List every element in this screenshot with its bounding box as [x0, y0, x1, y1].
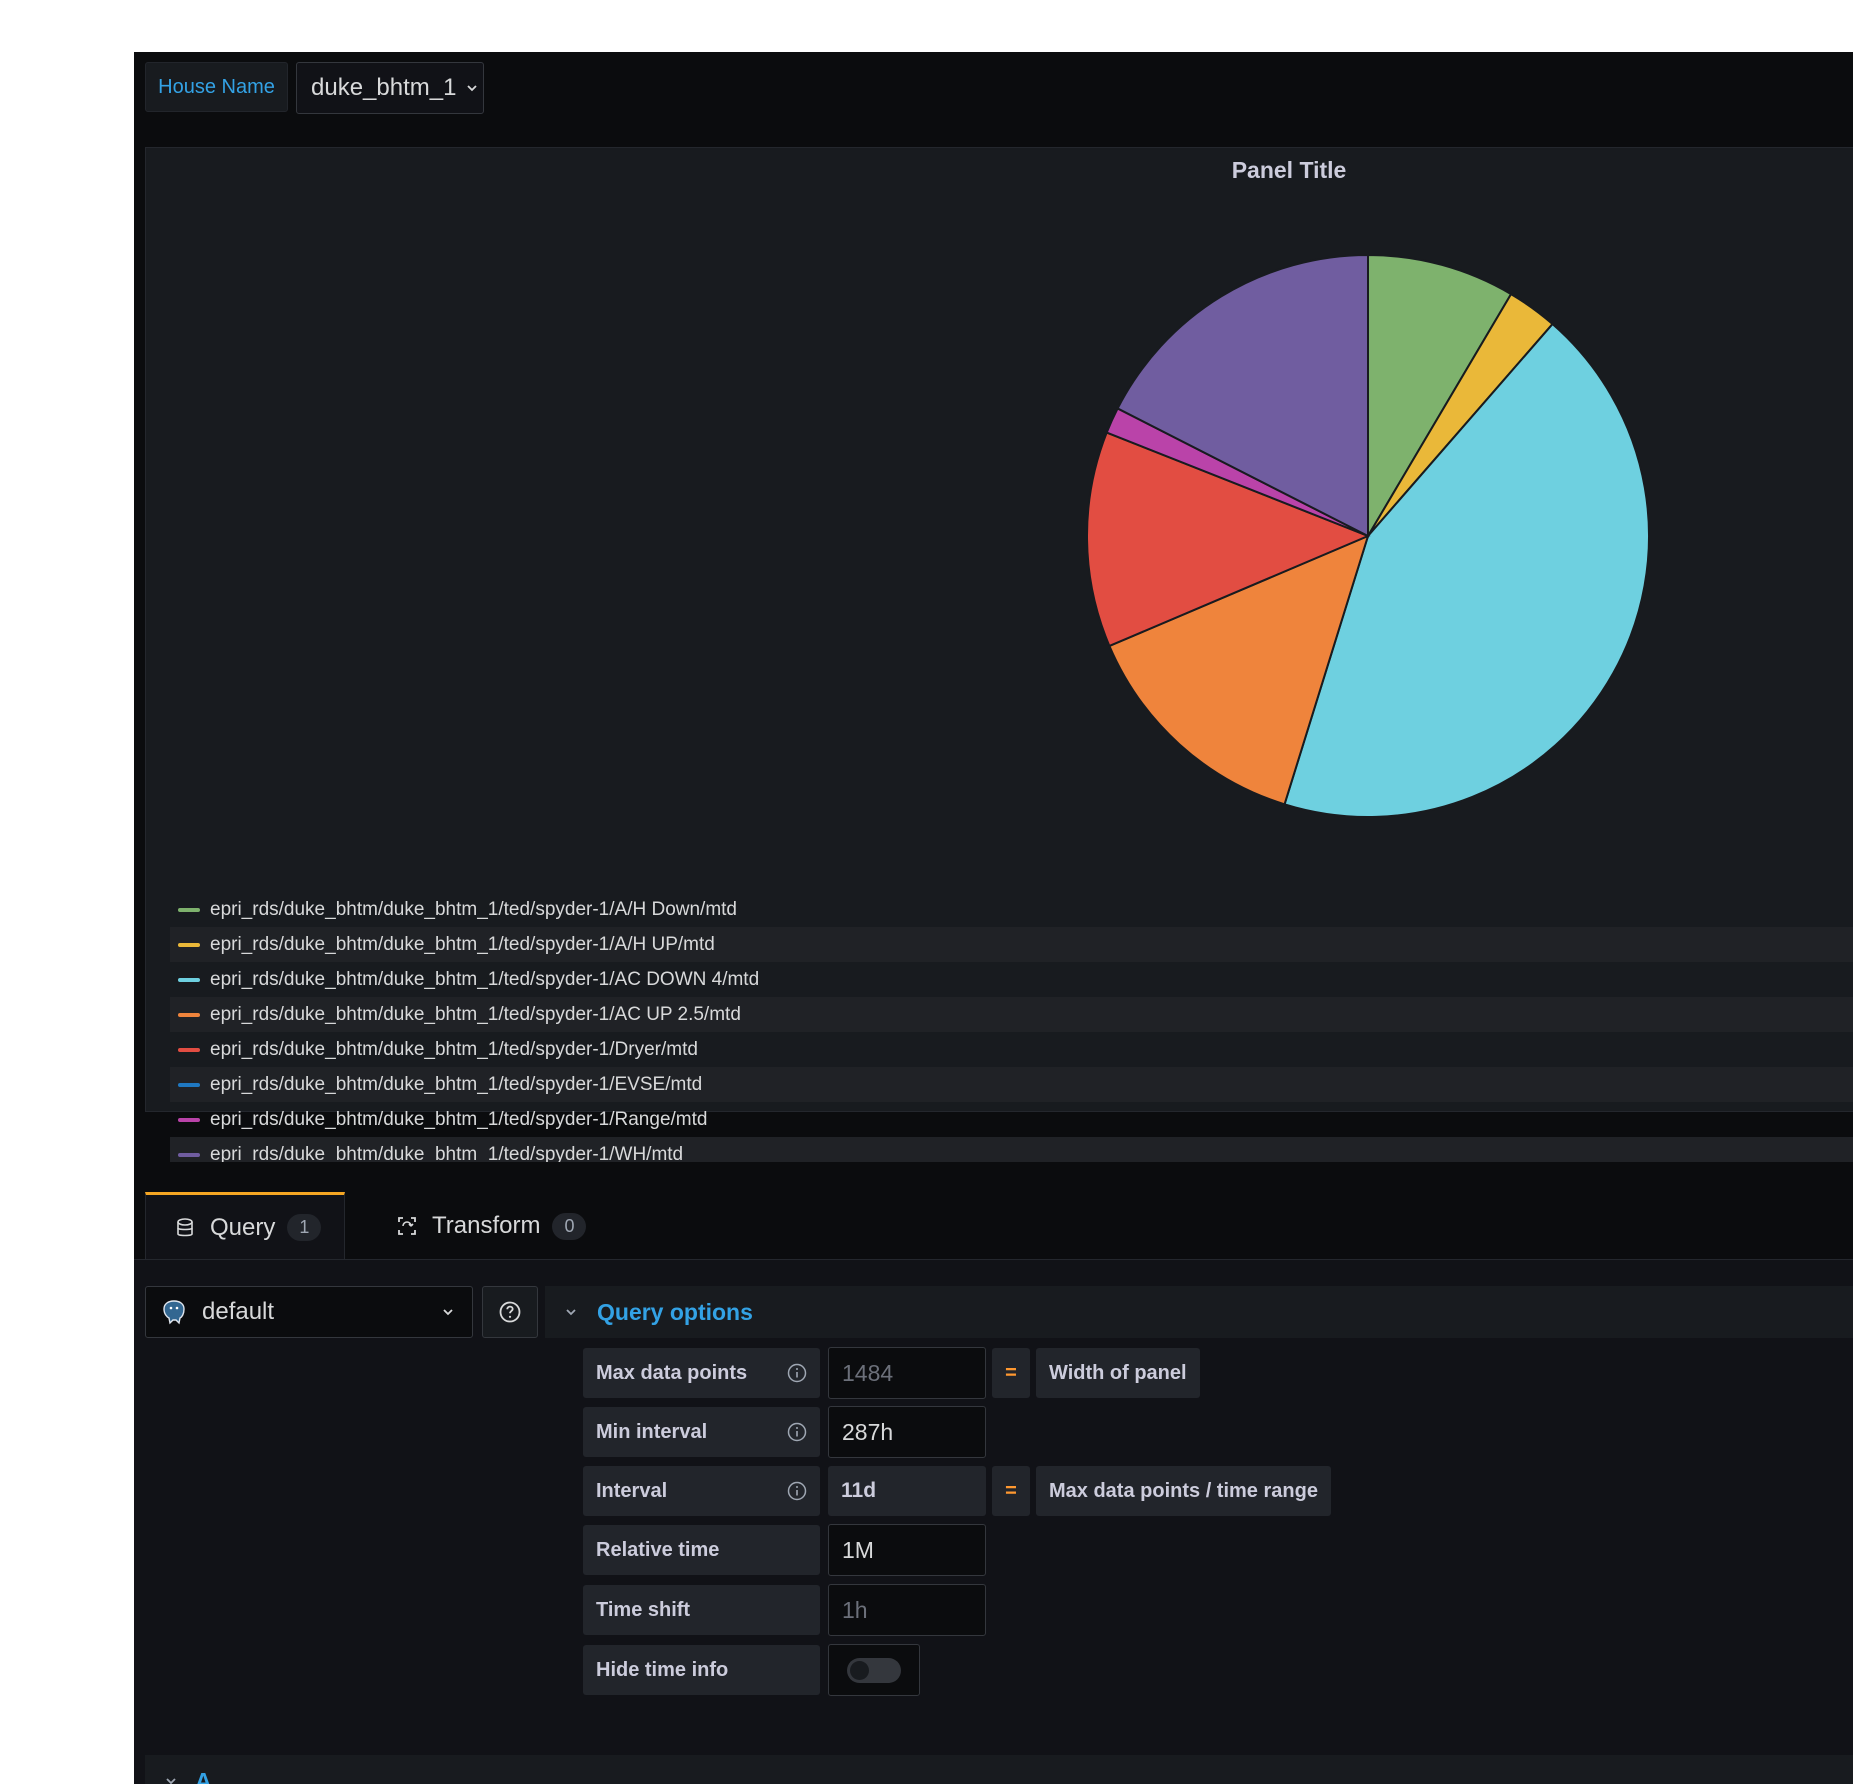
query-editor-area: [134, 1260, 1853, 1784]
interval-label: Interval: [583, 1466, 820, 1516]
house-name-value: duke_bhtm_1: [311, 74, 457, 101]
chevron-down-icon: [443, 1309, 453, 1316]
max-data-points-label-text: Max data points: [596, 1361, 748, 1384]
legend-label: epri_rds/duke_bhtm/duke_bhtm_1/ted/spyde…: [210, 1073, 703, 1095]
tab-transform[interactable]: Transform 0: [396, 1192, 616, 1260]
legend-item[interactable]: epri_rds/duke_bhtm/duke_bhtm_1/ted/spyde…: [170, 892, 1853, 927]
max-data-points-note: Width of panel: [1036, 1348, 1200, 1398]
legend-label: epri_rds/duke_bhtm/duke_bhtm_1/ted/spyde…: [210, 968, 760, 990]
min-interval-label-text: Min interval: [596, 1420, 708, 1443]
legend-swatch: [178, 1082, 200, 1087]
interval-label-text: Interval: [596, 1479, 668, 1502]
hide-time-info-toggle[interactable]: [847, 1658, 901, 1683]
datasource-picker[interactable]: default: [145, 1286, 473, 1338]
legend-label: epri_rds/duke_bhtm/duke_bhtm_1/ted/spyde…: [210, 933, 715, 955]
legend-swatch: [178, 1012, 200, 1017]
min-interval-label: Min interval: [583, 1407, 820, 1457]
postgres-icon: [163, 1300, 185, 1325]
toggle-knob: [850, 1661, 869, 1680]
hide-time-info-label: Hide time info: [583, 1645, 820, 1695]
chevron-down-icon: [467, 85, 478, 92]
legend-label: epri_rds/duke_bhtm/duke_bhtm_1/ted/spyde…: [210, 1038, 698, 1060]
info-icon[interactable]: [786, 1362, 808, 1384]
time-shift-input[interactable]: 1h: [828, 1584, 986, 1636]
house-name-variable-label: House Name: [145, 62, 288, 112]
legend-item[interactable]: epri_rds/duke_bhtm/duke_bhtm_1/ted/spyde…: [170, 1137, 1853, 1162]
legend-swatch: [178, 942, 200, 947]
legend-item[interactable]: epri_rds/duke_bhtm/duke_bhtm_1/ted/spyde…: [170, 962, 1853, 997]
interval-value: 11d: [828, 1466, 986, 1516]
legend-item[interactable]: epri_rds/duke_bhtm/duke_bhtm_1/ted/spyde…: [170, 1067, 1853, 1102]
time-shift-label: Time shift: [583, 1585, 820, 1635]
query-row-header[interactable]: A: [145, 1755, 1853, 1784]
legend-label: epri_rds/duke_bhtm/duke_bhtm_1/ted/spyde…: [210, 898, 737, 920]
hide-time-info-switch-box: [828, 1644, 920, 1696]
query-count-badge: 1: [287, 1214, 322, 1241]
pie-legend: epri_rds/duke_bhtm/duke_bhtm_1/ted/spyde…: [170, 892, 1853, 1162]
legend-item[interactable]: epri_rds/duke_bhtm/duke_bhtm_1/ted/spyde…: [170, 1032, 1853, 1067]
info-icon[interactable]: [786, 1480, 808, 1502]
max-data-points-equals: =: [992, 1348, 1030, 1398]
legend-swatch: [178, 907, 200, 912]
query-options-toggle[interactable]: Query options: [545, 1286, 1853, 1338]
legend-label: epri_rds/duke_bhtm/duke_bhtm_1/ted/spyde…: [210, 1143, 684, 1163]
query-options-title: Query options: [597, 1298, 753, 1325]
panel-title[interactable]: Panel Title: [1232, 157, 1347, 184]
relative-time-input[interactable]: 1M: [828, 1524, 986, 1576]
legend-swatch: [178, 1152, 200, 1157]
tab-query-label: Query: [210, 1213, 276, 1241]
tab-query[interactable]: Query 1: [145, 1192, 345, 1260]
tab-transform-label: Transform: [432, 1212, 541, 1239]
relative-time-label: Relative time: [583, 1525, 820, 1575]
query-row-name: A: [195, 1767, 212, 1784]
database-icon: [177, 1217, 193, 1236]
legend-item[interactable]: epri_rds/duke_bhtm/duke_bhtm_1/ted/spyde…: [170, 927, 1853, 962]
legend-swatch: [178, 977, 200, 982]
transform-count-badge: 0: [552, 1212, 587, 1240]
transform-icon: [398, 1217, 416, 1235]
max-data-points-input[interactable]: 1484: [828, 1347, 986, 1399]
max-data-points-label: Max data points: [583, 1348, 820, 1398]
chevron-down-icon: [566, 1309, 576, 1316]
legend-label: epri_rds/duke_bhtm/duke_bhtm_1/ted/spyde…: [210, 1108, 708, 1130]
editor-tabs-bar: [134, 1180, 1853, 1258]
chevron-down-icon: [166, 1778, 176, 1784]
house-name-variable-select[interactable]: duke_bhtm_1: [296, 62, 484, 114]
interval-equals: =: [992, 1466, 1030, 1516]
question-circle-icon: [499, 1301, 521, 1323]
min-interval-input[interactable]: 287h: [828, 1406, 986, 1458]
legend-label: epri_rds/duke_bhtm/duke_bhtm_1/ted/spyde…: [210, 1003, 741, 1025]
legend-item[interactable]: epri_rds/duke_bhtm/duke_bhtm_1/ted/spyde…: [170, 1102, 1853, 1137]
dashboard-editor: House Name duke_bhtm_1 Panel Title epri_…: [134, 52, 1853, 1784]
pie-chart: [1088, 253, 1650, 818]
datasource-name: default: [202, 1298, 275, 1325]
legend-swatch: [178, 1117, 200, 1122]
legend-swatch: [178, 1047, 200, 1052]
datasource-help-button[interactable]: [482, 1286, 538, 1338]
interval-note: Max data points / time range: [1036, 1466, 1331, 1516]
info-icon[interactable]: [786, 1421, 808, 1443]
legend-item[interactable]: epri_rds/duke_bhtm/duke_bhtm_1/ted/spyde…: [170, 997, 1853, 1032]
